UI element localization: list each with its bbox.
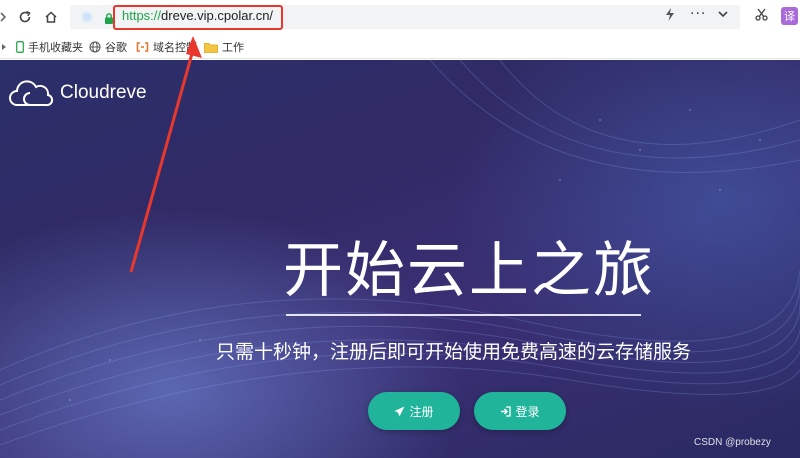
folder-icon xyxy=(204,42,218,53)
hero-subline: 只需十秒钟，注册后即可开始使用免费高速的云存储服务 xyxy=(216,341,692,363)
register-button[interactable]: 注册 xyxy=(368,392,460,430)
browser-toolbar: https://dreve.vip.cpolar.cn/ ··· 译 xyxy=(0,0,800,34)
sign-in-icon xyxy=(501,405,512,417)
bookmark-domain[interactable]: 域名控制 xyxy=(136,39,197,55)
forward-icon[interactable] xyxy=(0,8,12,26)
login-button[interactable]: 登录 xyxy=(474,392,566,430)
more-icon[interactable]: ··· xyxy=(690,6,706,22)
bookmark-work[interactable]: 工作 xyxy=(204,39,244,55)
chevron-down-icon[interactable] xyxy=(717,8,729,24)
watermark: CSDN @probezy xyxy=(694,437,771,448)
translate-icon[interactable]: 译 xyxy=(781,7,798,25)
headline-divider xyxy=(286,314,641,316)
bookmark-mobile[interactable]: 手机收藏夹 xyxy=(16,39,83,55)
paper-plane-icon xyxy=(394,406,405,416)
hero-headline: 开始云上之旅 xyxy=(283,236,655,306)
cloud-icon xyxy=(9,80,54,107)
home-icon[interactable] xyxy=(42,8,60,26)
phone-icon xyxy=(16,41,24,53)
bookmark-label: 域名控制 xyxy=(153,41,197,54)
hero-section: Cloudreve 开始云上之旅 只需十秒钟，注册后即可开始使用免费高速的云存储… xyxy=(0,60,800,458)
login-label: 登录 xyxy=(515,404,540,419)
cloudreve-logo[interactable]: Cloudreve xyxy=(8,78,147,108)
bookmarks-chevron-icon[interactable] xyxy=(0,39,8,55)
globe-icon xyxy=(89,41,101,53)
bookmark-google[interactable]: 谷歌 xyxy=(89,39,127,55)
url-annotation-box xyxy=(113,5,283,30)
bookmarks-bar: 手机收藏夹 谷歌 域名控制 工作 xyxy=(0,34,800,59)
scissors-icon[interactable] xyxy=(755,8,768,25)
bookmark-label: 工作 xyxy=(222,41,244,54)
reload-icon[interactable] xyxy=(16,8,34,26)
bookmark-label: 谷歌 xyxy=(105,41,127,54)
lightning-icon[interactable] xyxy=(665,8,675,25)
register-label: 注册 xyxy=(409,404,434,419)
site-shield-icon xyxy=(81,11,93,23)
bookmark-label: 手机收藏夹 xyxy=(28,41,83,54)
bracket-icon xyxy=(136,41,149,53)
logo-text: Cloudreve xyxy=(60,82,147,103)
